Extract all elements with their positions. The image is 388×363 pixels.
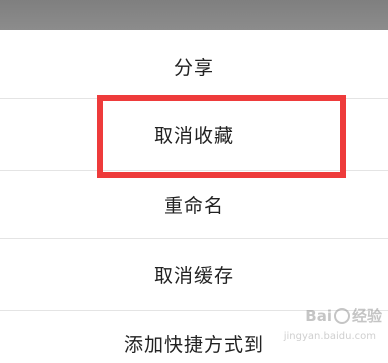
menu-item-label: 添加快捷方式到 — [123, 333, 264, 356]
menu-item-label: 取消缓存 — [153, 264, 234, 287]
menu-item-share[interactable]: 分享 — [0, 36, 388, 96]
menu-item-label: 取消收藏 — [153, 124, 234, 147]
menu-item-remove-cache[interactable]: 取消缓存 — [0, 239, 388, 309]
dimmed-background — [0, 0, 388, 30]
context-menu: 分享 取消收藏 重命名 取消缓存 添加快捷方式到 — [0, 30, 388, 356]
menu-item-label: 重命名 — [163, 194, 224, 217]
divider — [0, 310, 388, 311]
menu-item-rename[interactable]: 重命名 — [0, 171, 388, 237]
menu-item-unfavorite[interactable]: 取消收藏 — [0, 99, 388, 169]
menu-item-label: 分享 — [173, 56, 214, 79]
menu-item-add-shortcut[interactable]: 添加快捷方式到 — [0, 323, 388, 363]
